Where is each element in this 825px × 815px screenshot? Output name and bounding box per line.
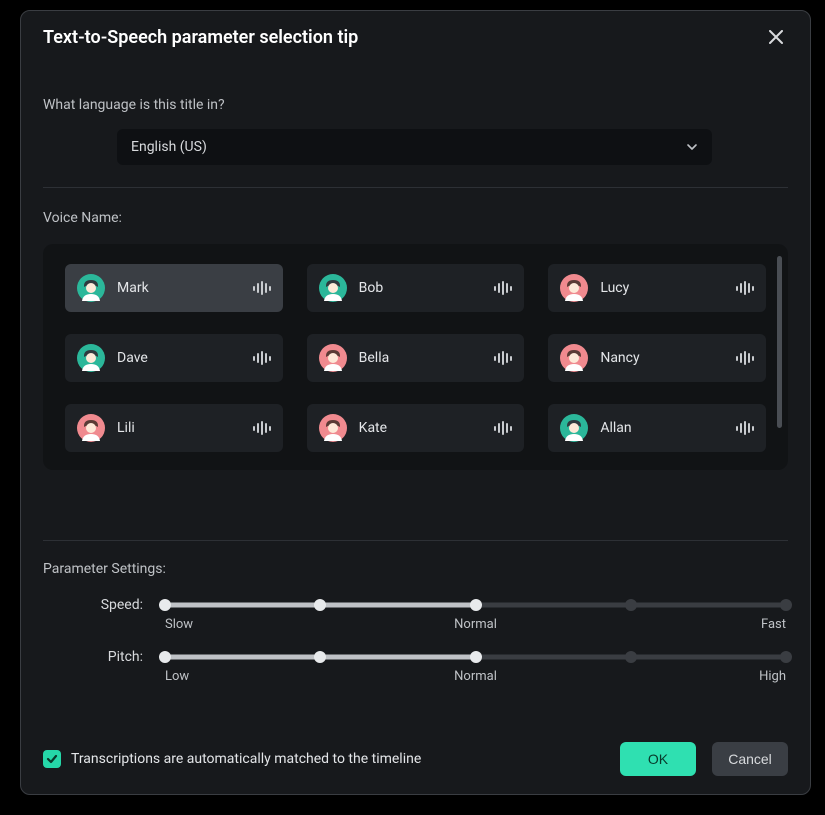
voice-name: Nancy: [600, 350, 639, 366]
voice-name: Dave: [117, 350, 148, 366]
voice-option-bob[interactable]: Bob: [307, 264, 525, 312]
waveform-icon: [494, 281, 512, 295]
chevron-down-icon: [686, 141, 698, 153]
dialog-body: What language is this title in? English …: [21, 57, 810, 794]
voice-name: Allan: [600, 420, 631, 436]
avatar-icon: [560, 274, 588, 302]
waveform-icon: [736, 421, 754, 435]
speed-slider[interactable]: [165, 598, 786, 612]
voice-name: Kate: [359, 420, 387, 436]
dialog-header: Text-to-Speech parameter selection tip: [21, 11, 810, 57]
scrollbar[interactable]: [777, 256, 782, 428]
dialog-title: Text-to-Speech parameter selection tip: [43, 27, 358, 48]
voice-option-mark[interactable]: Mark: [65, 264, 283, 312]
avatar-icon: [77, 414, 105, 442]
voice-option-bella[interactable]: Bella: [307, 334, 525, 382]
voice-name: Lucy: [600, 280, 629, 296]
pitch-slider[interactable]: [165, 650, 786, 664]
language-question: What language is this title in?: [43, 97, 788, 113]
voice-name: Bob: [359, 280, 384, 296]
voice-option-dave[interactable]: Dave: [65, 334, 283, 382]
voice-name: Mark: [117, 280, 149, 296]
voice-panel: Mark Bob Lucy Dave Bella Nancy Lili Kate: [43, 244, 788, 470]
divider: [43, 540, 788, 541]
language-selected-value: English (US): [131, 139, 207, 155]
close-icon[interactable]: [764, 25, 788, 49]
waveform-icon: [494, 351, 512, 365]
voice-option-lili[interactable]: Lili: [65, 404, 283, 452]
divider: [43, 187, 788, 188]
voice-option-nancy[interactable]: Nancy: [548, 334, 766, 382]
dialog-footer: Transcriptions are automatically matched…: [43, 742, 788, 776]
speed-tick-max: Fast: [761, 617, 786, 632]
speed-tick-min: Slow: [165, 617, 193, 632]
checkbox-checked-icon[interactable]: [43, 750, 61, 768]
params-section: Parameter Settings: Speed: Slow Normal F…: [43, 540, 788, 665]
avatar-icon: [77, 274, 105, 302]
voice-option-allan[interactable]: Allan: [548, 404, 766, 452]
voice-name: Lili: [117, 420, 135, 436]
waveform-icon: [253, 421, 271, 435]
waveform-icon: [736, 281, 754, 295]
ok-button[interactable]: OK: [620, 742, 696, 776]
waveform-icon: [253, 281, 271, 295]
language-select[interactable]: English (US): [117, 129, 712, 165]
pitch-row: Pitch: Low Normal High: [43, 649, 788, 665]
voice-section-label: Voice Name:: [43, 210, 788, 226]
waveform-icon: [736, 351, 754, 365]
voice-option-kate[interactable]: Kate: [307, 404, 525, 452]
pitch-tick-min: Low: [165, 669, 189, 684]
transcription-label: Transcriptions are automatically matched…: [71, 751, 421, 767]
avatar-icon: [319, 344, 347, 372]
waveform-icon: [253, 351, 271, 365]
avatar-icon: [560, 344, 588, 372]
voice-name: Bella: [359, 350, 390, 366]
pitch-tick-mid: Normal: [454, 669, 497, 684]
speed-row: Speed: Slow Normal Fast: [43, 597, 788, 613]
avatar-icon: [319, 414, 347, 442]
tts-dialog: Text-to-Speech parameter selection tip W…: [20, 10, 811, 795]
pitch-tick-max: High: [759, 669, 786, 684]
params-header: Parameter Settings:: [43, 561, 788, 577]
speed-tick-mid: Normal: [454, 617, 497, 632]
transcription-row[interactable]: Transcriptions are automatically matched…: [43, 750, 421, 768]
waveform-icon: [494, 421, 512, 435]
pitch-label: Pitch:: [43, 649, 165, 665]
voice-option-lucy[interactable]: Lucy: [548, 264, 766, 312]
avatar-icon: [560, 414, 588, 442]
avatar-icon: [77, 344, 105, 372]
speed-label: Speed:: [43, 597, 165, 613]
cancel-button[interactable]: Cancel: [712, 742, 788, 776]
avatar-icon: [319, 274, 347, 302]
